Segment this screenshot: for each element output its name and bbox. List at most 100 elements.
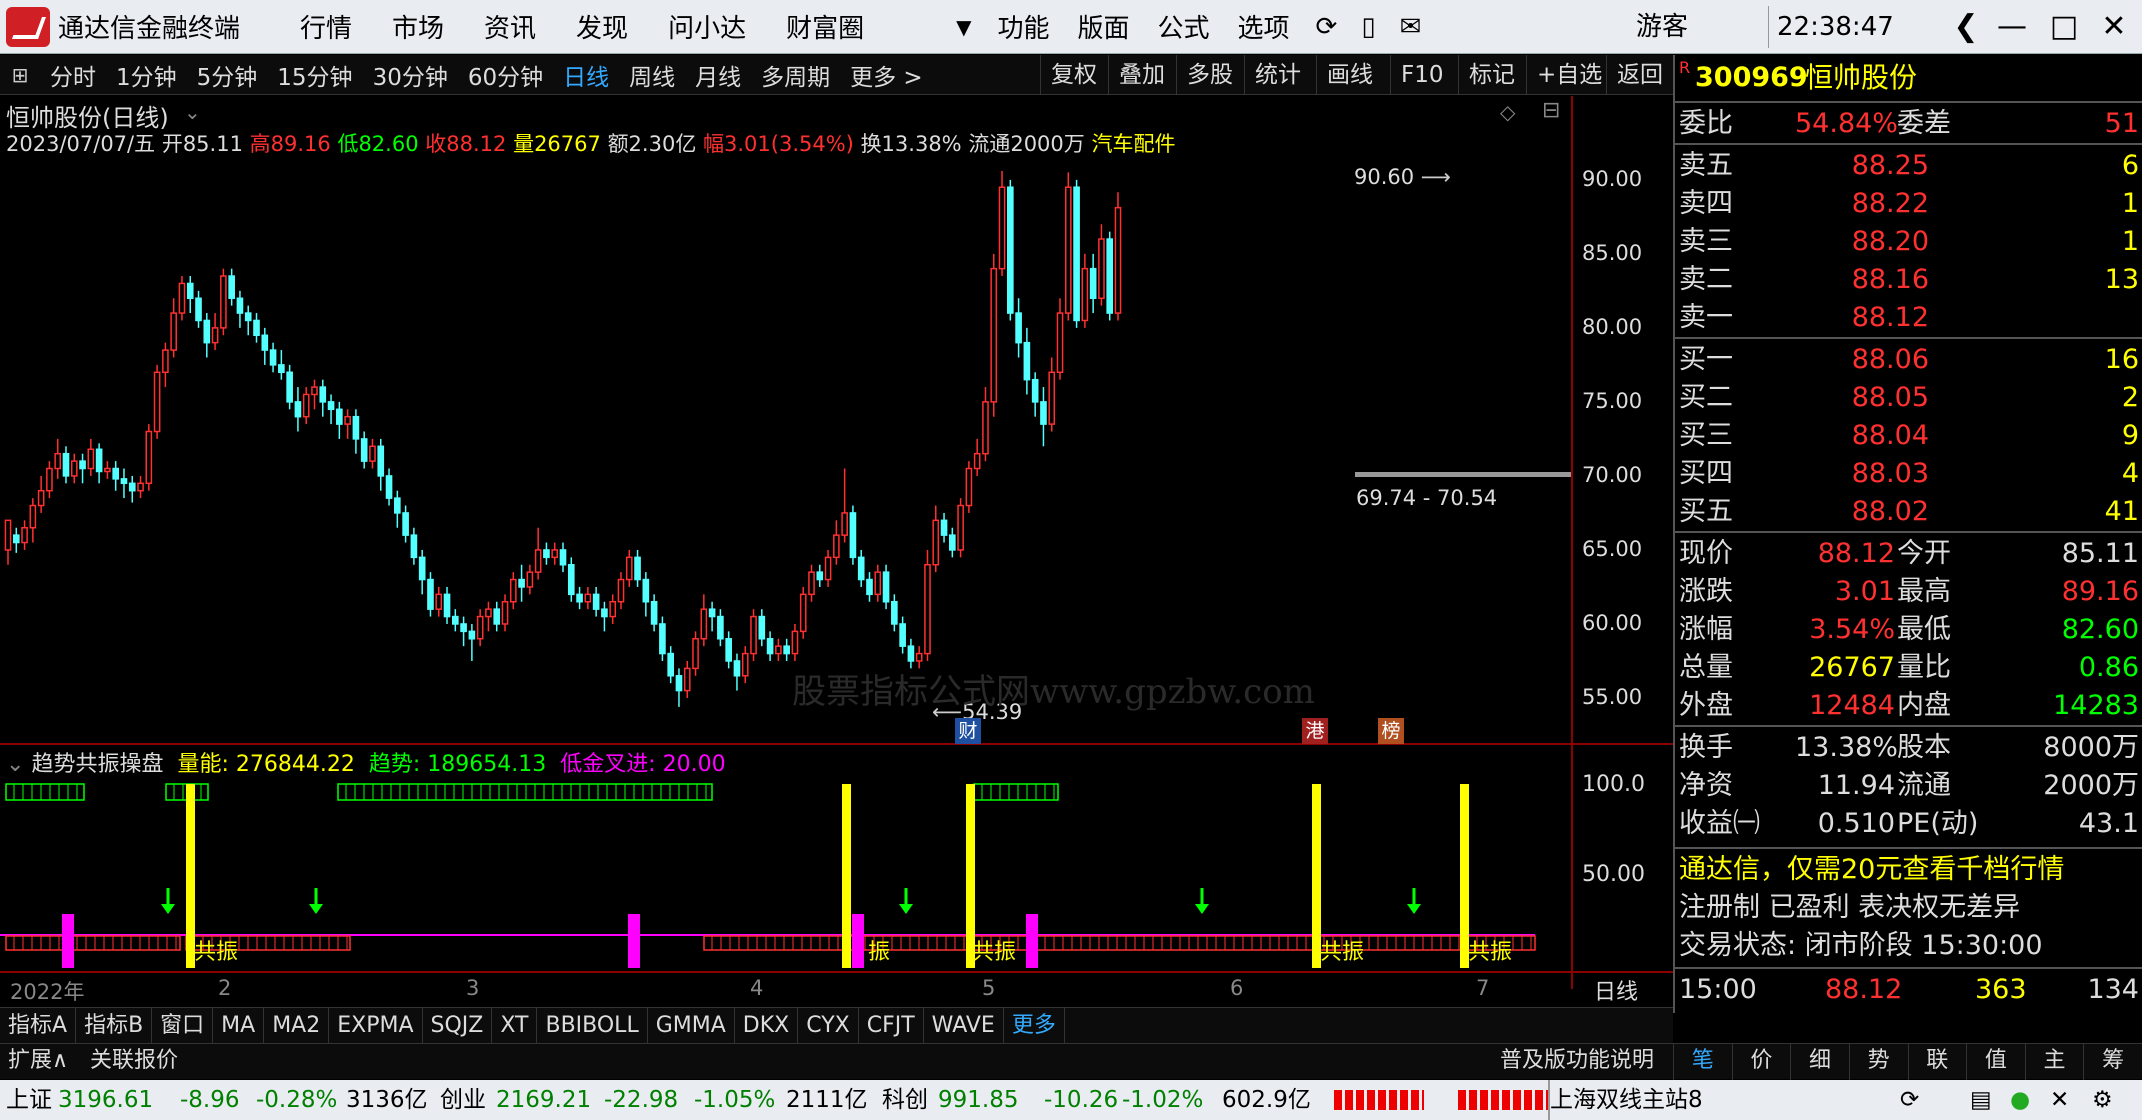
- time-axis-3: 3: [466, 976, 480, 1000]
- btn-fanhui[interactable]: 返回: [1606, 55, 1673, 95]
- period-multi[interactable]: 多周期: [751, 58, 840, 92]
- menu-wenxiaoda[interactable]: 问小达: [648, 8, 766, 45]
- period-5min[interactable]: 5分钟: [187, 58, 268, 92]
- status-bar: 上证 3196.61 -8.96 -0.28% 3136亿 创业 2169.21…: [0, 1080, 2142, 1120]
- candle-body: [1114, 206, 1122, 314]
- indicator-l1: 量能: 276844.22: [177, 752, 355, 777]
- marker-cai[interactable]: 财: [955, 718, 981, 744]
- tools-icon[interactable]: ✕: [2050, 1080, 2069, 1120]
- period-15min[interactable]: 15分钟: [267, 58, 362, 92]
- quote-ad[interactable]: 通达信，仅需20元查看千档行情: [1675, 851, 2142, 889]
- candle-body: [369, 445, 376, 462]
- user-label[interactable]: 游客: [1636, 0, 1688, 54]
- period-60min[interactable]: 60分钟: [458, 58, 553, 92]
- menu-zixun[interactable]: 资讯: [464, 8, 556, 45]
- candle-body: [750, 615, 757, 655]
- doc-icon[interactable]: ▤: [1970, 1080, 1992, 1120]
- phone-icon[interactable]: ▯: [1349, 12, 1387, 42]
- indicator-tab[interactable]: GMMA: [648, 1008, 735, 1043]
- menu-gongneng[interactable]: 功能: [983, 8, 1063, 45]
- candle-body: [857, 556, 865, 581]
- marker-gang[interactable]: 港: [1302, 718, 1328, 744]
- btn-biaoji[interactable]: 标记: [1458, 55, 1525, 95]
- quote-tab[interactable]: 联: [1907, 1044, 1967, 1080]
- market-breadth-icon[interactable]: [1334, 1090, 1424, 1110]
- minimize-icon[interactable]: —: [1992, 6, 2032, 48]
- candle-body: [95, 448, 103, 473]
- indicator-tab[interactable]: DKX: [735, 1008, 799, 1043]
- indicator-tab[interactable]: 更多: [1004, 1008, 1065, 1043]
- marker-bang[interactable]: 榜: [1378, 718, 1404, 744]
- kline-chart-area[interactable]: 恒帅股份(日线) ⌄ ◇ ⊟ 2023/07/07/五 开85.11 高89.1…: [0, 96, 1673, 1005]
- market-breadth-icon-2[interactable]: [1458, 1090, 1548, 1110]
- quote-tab[interactable]: 笔: [1673, 1044, 1732, 1080]
- menu-caifuquan[interactable]: 财富圈: [766, 8, 884, 45]
- price-axis-label: 60.00: [1582, 610, 1643, 635]
- menu-gongshi[interactable]: 公式: [1144, 8, 1224, 45]
- indicator-tab[interactable]: 指标A: [0, 1008, 77, 1043]
- btn-fuquan[interactable]: 复权: [1040, 55, 1107, 95]
- period-fenshi[interactable]: 分时: [40, 58, 106, 92]
- expand-button[interactable]: 扩展∧: [8, 1044, 68, 1078]
- btn-zixuan[interactable]: +自选: [1526, 55, 1612, 95]
- candle-body: [642, 578, 650, 603]
- indicator-tab[interactable]: MA2: [264, 1008, 330, 1043]
- candle-body: [949, 534, 956, 551]
- maximize-icon[interactable]: □: [2044, 6, 2084, 48]
- tick-n: 134: [2087, 974, 2139, 1005]
- menu-shichang[interactable]: 市场: [372, 8, 464, 45]
- server-name[interactable]: 上海双线主站8: [1550, 1080, 1703, 1120]
- candle-body: [675, 675, 683, 692]
- quote-tab[interactable]: 势: [1848, 1044, 1908, 1080]
- quote-tab[interactable]: 筹: [2083, 1044, 2142, 1080]
- menu-banmian[interactable]: 版面: [1064, 8, 1144, 45]
- related-quote-button[interactable]: 关联报价: [90, 1044, 178, 1078]
- indicator-tab[interactable]: SQJZ: [423, 1008, 493, 1043]
- menu-faxian[interactable]: 发现: [556, 8, 648, 45]
- gongzhen-label-3: 共振: [972, 940, 1017, 965]
- candle-body: [319, 386, 327, 403]
- mail-icon[interactable]: ✉: [1388, 12, 1434, 42]
- period-monthly[interactable]: 月线: [685, 58, 751, 92]
- menu-hangqing[interactable]: 行情: [280, 8, 372, 45]
- candle-body: [799, 593, 807, 633]
- indicator-tab[interactable]: BBIBOLL: [537, 1008, 648, 1043]
- close-icon[interactable]: ✕: [2094, 6, 2134, 48]
- period-more[interactable]: 更多 >: [840, 58, 933, 92]
- period-1min[interactable]: 1分钟: [106, 58, 187, 92]
- quote-tab[interactable]: 主: [2024, 1044, 2084, 1080]
- indicator-tab[interactable]: XT: [492, 1008, 538, 1043]
- quote-tab[interactable]: 价: [1731, 1044, 1791, 1080]
- sync-icon[interactable]: ⟳: [1900, 1080, 1919, 1120]
- btn-huaxian[interactable]: 画线: [1316, 55, 1383, 95]
- indicator-tab[interactable]: CFJT: [859, 1008, 924, 1043]
- period-30min[interactable]: 30分钟: [363, 58, 458, 92]
- indicator-tab[interactable]: 窗口: [152, 1008, 214, 1043]
- period-daily[interactable]: 日线: [553, 58, 619, 92]
- back-icon[interactable]: ❮: [1946, 6, 1986, 48]
- grid-icon[interactable]: ⊞: [0, 55, 40, 95]
- btn-f10[interactable]: F10: [1390, 55, 1454, 95]
- indicator-tab[interactable]: 指标B: [76, 1008, 153, 1043]
- green-icon[interactable]: ●: [2010, 1080, 2030, 1120]
- btn-tongji[interactable]: 统计: [1244, 55, 1311, 95]
- menu-xuanxiang[interactable]: 选项: [1224, 8, 1304, 45]
- candle-body: [286, 371, 293, 403]
- indicator-tab[interactable]: WAVE: [924, 1008, 1004, 1043]
- indicator-tab[interactable]: EXPMA: [329, 1008, 423, 1043]
- quote-tab[interactable]: 细: [1790, 1044, 1849, 1080]
- refresh-icon[interactable]: ⟳: [1304, 12, 1350, 42]
- price-axis-label: 90.00: [1582, 166, 1643, 191]
- help-link[interactable]: 普及版功能说明: [1500, 1044, 1654, 1078]
- indicator-tab[interactable]: CYX: [798, 1008, 859, 1043]
- indicator-tab[interactable]: MA: [213, 1008, 265, 1043]
- candle-body: [402, 512, 409, 536]
- bid-row: 买三 88.04 9: [1675, 417, 2142, 455]
- btn-diejia[interactable]: 叠加: [1108, 55, 1175, 95]
- candle-body: [170, 312, 177, 351]
- btn-duogu[interactable]: 多股: [1176, 55, 1243, 95]
- dropdown-icon[interactable]: ▼: [944, 15, 983, 39]
- settings-icon[interactable]: ⚙: [2092, 1080, 2113, 1120]
- period-weekly[interactable]: 周线: [619, 58, 685, 92]
- quote-tab[interactable]: 值: [1966, 1044, 2025, 1080]
